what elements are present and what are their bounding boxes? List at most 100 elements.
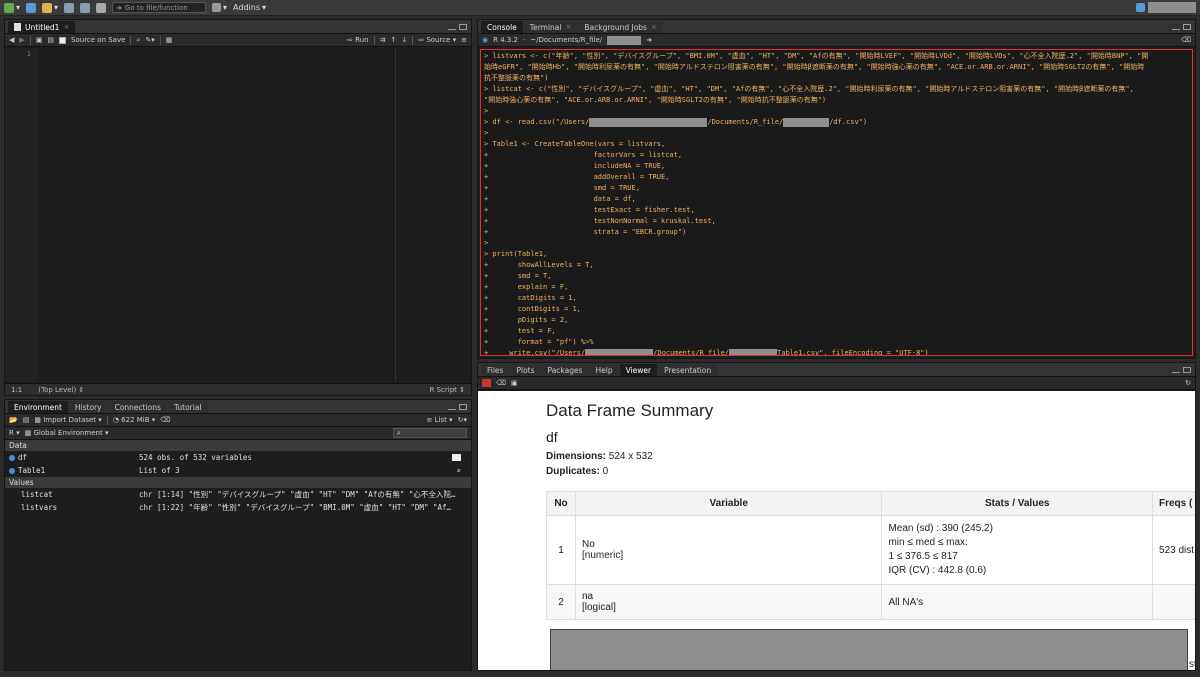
new-file-button[interactable]: ▾ <box>4 2 20 13</box>
save-button[interactable] <box>64 2 75 13</box>
close-icon[interactable]: × <box>63 23 69 31</box>
close-icon[interactable]: × <box>651 23 657 31</box>
viewer-pane: Files Plots Packages Help Viewer Present… <box>477 362 1196 671</box>
save-workspace-icon[interactable]: ▤ <box>23 416 30 424</box>
console-output[interactable]: > listvars <- c("年齢", "性別", "デバイスグループ", … <box>480 49 1193 356</box>
new-project-button[interactable] <box>26 2 37 13</box>
refresh-icon[interactable]: ↻▾ <box>458 416 467 424</box>
maximize-icon[interactable] <box>1183 24 1191 30</box>
load-workspace-icon[interactable]: 📂 <box>9 416 18 424</box>
source-on-save-checkbox[interactable] <box>59 36 67 44</box>
console-line: + catDigits = 1, <box>484 294 577 302</box>
file-type-selector[interactable]: R Script ⇕ <box>430 386 466 394</box>
rerun-icon[interactable]: ⇉ <box>380 36 386 44</box>
minimize-icon[interactable] <box>448 408 456 410</box>
env-row-df[interactable]: df 524 obs. of 532 variables <box>5 451 471 464</box>
pane-layout-button[interactable]: ▾ <box>212 3 227 12</box>
language-selector[interactable]: R ▾ <box>9 429 20 437</box>
run-button[interactable]: ⇨ Run <box>347 36 369 44</box>
view-mode-selector[interactable]: ≡ List ▾ <box>427 416 453 424</box>
minimize-icon[interactable] <box>1172 371 1180 373</box>
options-icon[interactable]: ≡ <box>461 36 467 44</box>
redacted-path <box>607 35 642 45</box>
cursor-position: 1:1 <box>11 385 23 394</box>
open-file-button[interactable]: ▾ <box>42 2 58 13</box>
env-search-input[interactable]: ⌕ <box>393 428 467 438</box>
export-icon[interactable] <box>482 379 491 387</box>
goto-arrow-icon: ➜ <box>116 3 122 12</box>
redacted-path <box>729 348 778 355</box>
table-row: 2 na [logical] All NA's <box>546 584 1195 620</box>
clear-console-icon[interactable]: ⌫ <box>1181 36 1191 44</box>
tab-environment[interactable]: Environment <box>8 401 68 413</box>
addins-label: Addins <box>233 3 260 12</box>
save-all-button[interactable] <box>80 2 91 13</box>
tab-help[interactable]: Help <box>589 364 619 376</box>
save-icon <box>64 2 75 13</box>
tab-files[interactable]: Files <box>481 364 510 376</box>
tab-viewer[interactable]: Viewer <box>619 364 658 376</box>
close-icon[interactable]: × <box>565 23 571 31</box>
tab-history[interactable]: History <box>68 401 108 413</box>
console-line: + strata = "EBCR.group") <box>484 228 687 236</box>
console-line: + includeNA = TRUE, <box>484 162 666 170</box>
minimize-icon[interactable] <box>1172 28 1180 30</box>
env-row-table1[interactable]: Table1 List of 3 ⌕ <box>5 464 471 477</box>
duplicates: Duplicates: 0 <box>546 466 609 477</box>
expand-icon[interactable] <box>9 467 15 474</box>
console-line: > listvars <- c("年齢", "性別", "デバイスグループ", … <box>484 52 1149 60</box>
refresh-icon[interactable]: ↻ <box>1185 379 1191 387</box>
broom-icon[interactable]: ⌫ <box>160 416 170 424</box>
expand-icon[interactable] <box>9 454 15 461</box>
minimize-icon[interactable] <box>448 28 456 30</box>
console-line: + factorVars = listcat, <box>484 151 683 159</box>
code-editor[interactable] <box>37 48 471 382</box>
show-in-window-icon[interactable]: ▣ <box>36 36 43 44</box>
working-directory[interactable]: ~/Documents/R_file/ <box>530 36 602 44</box>
wand-icon[interactable]: ✎▾ <box>145 36 154 44</box>
go-to-dir-icon[interactable]: ➜ <box>646 36 652 44</box>
maximize-icon[interactable] <box>459 24 467 30</box>
search-icon: ⌕ <box>397 429 401 437</box>
tab-plots[interactable]: Plots <box>510 364 541 376</box>
print-button[interactable] <box>96 2 107 13</box>
goto-file-input[interactable]: ➜ Go to file/function <box>112 2 207 13</box>
source-button[interactable]: ⇨ Source ▾ <box>418 36 456 44</box>
environment-selector[interactable]: ▦ Global Environment ▾ <box>25 429 109 437</box>
tab-console[interactable]: Console <box>481 21 523 33</box>
show-in-window-icon[interactable]: ▣ <box>511 379 518 387</box>
maximize-icon[interactable] <box>459 404 467 410</box>
tab-presentation[interactable]: Presentation <box>658 364 718 376</box>
console-line: + contDigits = 1, <box>484 305 581 313</box>
project-menu[interactable] <box>1136 2 1196 13</box>
save-file-icon[interactable]: ▤ <box>47 36 54 44</box>
console-line: > listcat <- c("性別", "デバイスグループ", "虚血", "… <box>484 85 1134 93</box>
trailing-text: st <box>1189 659 1195 670</box>
scope-selector[interactable]: (Top Level) ⇕ <box>38 386 84 394</box>
search-icon[interactable]: ⌕ <box>136 36 140 45</box>
forward-arrow-icon[interactable]: ▶ <box>19 36 24 44</box>
broom-icon[interactable]: ⌫ <box>496 379 506 387</box>
search-icon[interactable]: ⌕ <box>456 466 461 475</box>
section-values: Values <box>5 477 471 488</box>
redacted-block <box>550 629 1188 670</box>
tab-background-jobs[interactable]: Background Jobs × <box>578 21 663 33</box>
addins-menu[interactable]: Addins ▾ <box>233 3 266 12</box>
tab-tutorial[interactable]: Tutorial <box>167 401 208 413</box>
table-view-icon[interactable] <box>452 454 461 461</box>
back-arrow-icon[interactable]: ◀ <box>9 36 14 44</box>
console-line: + smd = TRUE, <box>484 184 640 192</box>
env-row-listvars[interactable]: listvars chr [1:22] "年齢" "性別" "デバイスグループ"… <box>5 501 471 514</box>
tab-terminal[interactable]: Terminal × <box>523 21 578 33</box>
import-dataset-button[interactable]: ▦ Import Dataset ▾ <box>34 416 101 424</box>
console-pane: Console Terminal × Background Jobs × ◉ R 4… <box>477 19 1196 359</box>
tab-packages[interactable]: Packages <box>541 364 589 376</box>
env-row-listcat[interactable]: listcat chr [1:14] "性別" "デバイスグループ" "虚血" … <box>5 488 471 501</box>
maximize-icon[interactable] <box>1183 367 1191 373</box>
tab-untitled1[interactable]: Untitled1 × <box>8 21 76 33</box>
document-outline-icon[interactable]: ▦ <box>166 36 173 44</box>
memory-usage[interactable]: ◔ 622 MiB ▾ <box>113 416 155 424</box>
down-arrow-icon[interactable]: ↓ <box>401 36 407 44</box>
tab-connections[interactable]: Connections <box>108 401 167 413</box>
up-arrow-icon[interactable]: ↑ <box>390 36 396 44</box>
